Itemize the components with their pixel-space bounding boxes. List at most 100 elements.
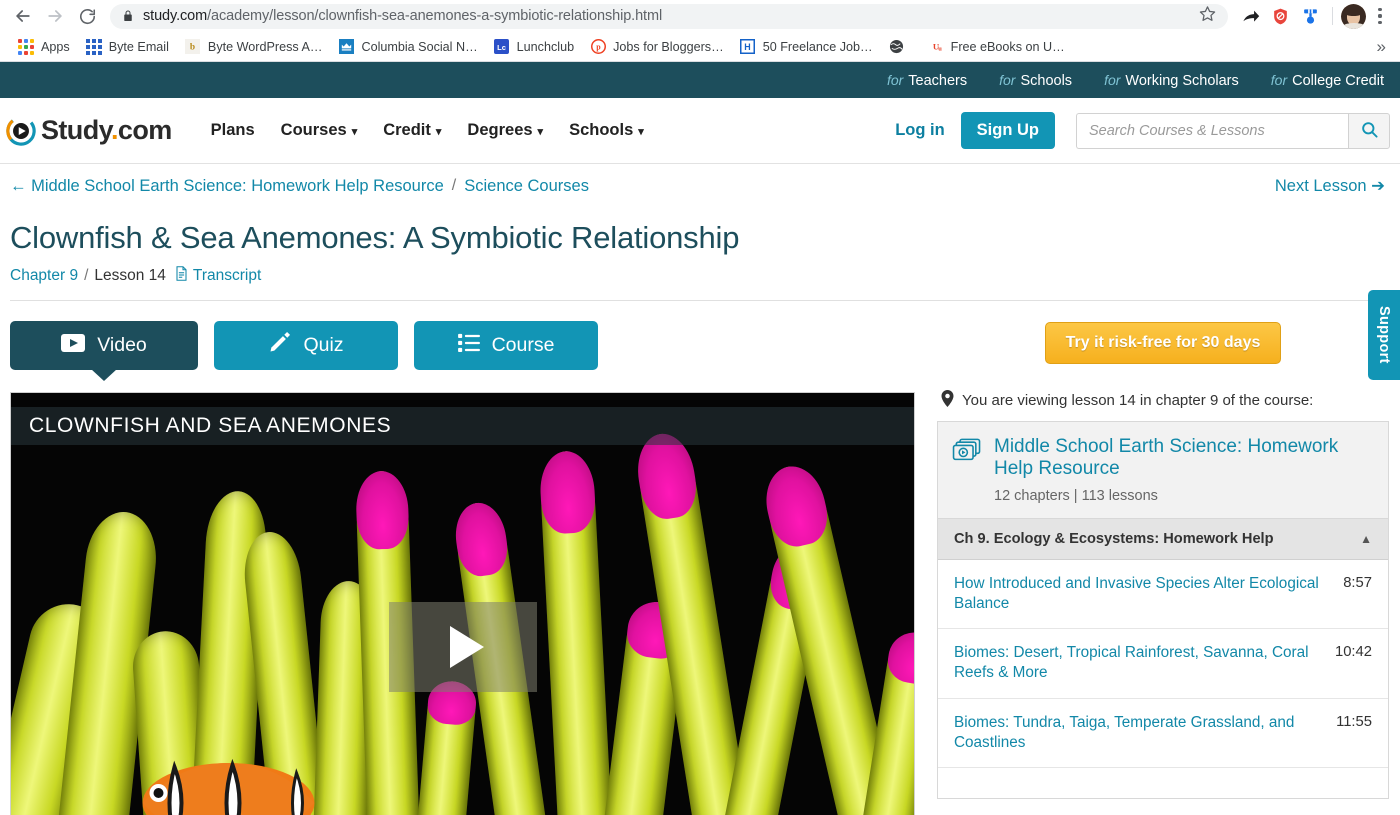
list-icon xyxy=(457,333,480,359)
transcript-link[interactable]: Transcript xyxy=(175,266,261,286)
tab-label: Video xyxy=(97,334,147,356)
bookmark-lunchclub[interactable]: Lc Lunchclub xyxy=(486,36,582,58)
bookmark-star-icon[interactable] xyxy=(1191,5,1216,27)
next-lesson-label: Next Lesson xyxy=(1274,177,1367,195)
nav-item-credit[interactable]: Credit ▾ xyxy=(370,121,454,140)
lesson-list-item[interactable]: Biomes: Desert, Tropical Rainforest, Sav… xyxy=(938,629,1388,699)
bookmark-free-ebooks[interactable]: Uu Free eBooks on U… xyxy=(920,36,1073,58)
lesson-meta: Chapter 9 / Lesson 14 Transcript xyxy=(0,256,1400,286)
nav-label: Schools xyxy=(569,121,634,139)
clownfish-illustration xyxy=(142,758,315,815)
chapter-link[interactable]: Chapter 9 xyxy=(10,267,78,285)
bookmark-50-freelance-jobs[interactable]: H 50 Freelance Job… xyxy=(732,36,881,58)
url-host: study.com xyxy=(143,8,208,24)
pencil-icon xyxy=(268,331,291,360)
video-column: CLOWNFISH AND SEA ANEMONES xyxy=(10,392,915,815)
lesson-item-title: Biomes: Tundra, Taiga, Temperate Grassla… xyxy=(954,713,1295,751)
lesson-item-title: Biomes: Desert, Tropical Rainforest, Sav… xyxy=(954,644,1309,682)
share-arrow-icon[interactable] xyxy=(1236,2,1264,30)
next-lesson-link[interactable]: Next Lesson ➔ xyxy=(1275,176,1390,196)
tab-course[interactable]: Course xyxy=(414,321,598,370)
lesson-list-item[interactable]: Biomes: Tundra, Taiga, Temperate Grassla… xyxy=(938,699,1388,768)
video-caption-text: CLOWNFISH AND SEA ANEMONES xyxy=(29,414,392,437)
kebab-menu-icon[interactable] xyxy=(1368,2,1392,30)
chapter-header-row[interactable]: Ch 9. Ecology & Ecosystems: Homework Hel… xyxy=(938,517,1388,560)
trial-cta-wrapper: Try it risk-free for 30 days xyxy=(937,322,1389,364)
bookmark-apps[interactable]: Apps xyxy=(10,36,78,58)
forward-arrow-icon[interactable] xyxy=(40,1,70,31)
bookmark-label: 50 Freelance Job… xyxy=(762,39,873,54)
lock-icon xyxy=(122,9,134,23)
course-title-link[interactable]: Middle School Earth Science: Homework He… xyxy=(994,436,1372,481)
topbar-link-schools[interactable]: for Schools xyxy=(983,72,1088,89)
video-caption-bar: CLOWNFISH AND SEA ANEMONES xyxy=(11,407,914,445)
main-navigation: Study.com Plans Courses ▾ Credit ▾ Degrees… xyxy=(0,98,1400,164)
omnibox-actions xyxy=(1236,2,1392,30)
support-tab-label: Support xyxy=(1376,306,1392,364)
bookmark-label: Free eBooks on U… xyxy=(950,39,1065,54)
nav-item-plans[interactable]: Plans xyxy=(198,121,268,140)
bookmark-byte-wordpress[interactable]: b Byte WordPress A… xyxy=(177,36,331,58)
topbar-link-working-scholars[interactable]: for Working Scholars xyxy=(1088,72,1255,89)
nav-links: Plans Courses ▾ Credit ▾ Degrees ▾ Schools ▾ xyxy=(198,121,657,140)
bookmark-jobs-for-bloggers[interactable]: p Jobs for Bloggers… xyxy=(582,36,732,58)
signup-button[interactable]: Sign Up xyxy=(960,112,1055,149)
site-logo[interactable]: Study.com xyxy=(6,115,172,146)
video-player[interactable]: CLOWNFISH AND SEA ANEMONES xyxy=(10,392,915,815)
course-meta: 12 chapters | 113 lessons xyxy=(994,487,1158,504)
topbar-for-label: for xyxy=(1270,71,1288,88)
blue-grid-icon xyxy=(85,38,102,55)
breadcrumb-category-link[interactable]: Science Courses xyxy=(464,177,589,196)
bookmark-label: Jobs for Bloggers… xyxy=(613,39,724,54)
reload-icon[interactable] xyxy=(72,1,102,31)
chapter-header-label: Ch 9. Ecology & Ecosystems: Homework Hel… xyxy=(954,530,1274,547)
omnibox-row: study.com/academy/lesson/clownfish-sea-a… xyxy=(0,0,1400,32)
bookmark-globe[interactable] xyxy=(881,36,920,58)
search-button[interactable] xyxy=(1348,112,1390,149)
login-link[interactable]: Log in xyxy=(879,121,960,140)
lesson-item-duration: 8:57 xyxy=(1343,574,1372,591)
tab-video[interactable]: Video xyxy=(10,321,198,370)
nav-label: Courses xyxy=(280,121,347,139)
bookmarks-bar: Apps Byte Email b Byte WordPress A… Colu… xyxy=(0,32,1400,62)
support-tab[interactable]: Support xyxy=(1368,290,1400,380)
nav-item-courses[interactable]: Courses ▾ xyxy=(268,121,371,140)
svg-text:p: p xyxy=(596,43,601,52)
bookmark-label: Columbia Social N… xyxy=(361,39,478,54)
logo-word: Study xyxy=(41,115,112,145)
adblock-shield-icon[interactable] xyxy=(1266,2,1294,30)
bookmark-label: Byte Email xyxy=(108,39,169,54)
lesson-list-item[interactable]: How Introduced and Invasive Species Alte… xyxy=(938,560,1388,630)
tab-quiz[interactable]: Quiz xyxy=(214,321,398,370)
topbar-link-teachers[interactable]: for Teachers xyxy=(871,72,983,89)
lesson-list-item-partial[interactable] xyxy=(938,768,1388,798)
meta-separator: / xyxy=(84,267,89,284)
profile-avatar[interactable] xyxy=(1341,3,1366,29)
breadcrumb-course-link[interactable]: ← Middle School Earth Science: Homework … xyxy=(10,177,444,196)
globe-icon xyxy=(889,39,905,55)
bookmarks-overflow-button[interactable]: » xyxy=(1377,37,1390,57)
try-risk-free-button[interactable]: Try it risk-free for 30 days xyxy=(1044,322,1282,364)
search-input[interactable] xyxy=(1076,112,1348,149)
nav-label: Plans xyxy=(210,121,255,139)
lesson-item-duration: 11:55 xyxy=(1336,713,1372,730)
extension-medal-icon[interactable] xyxy=(1296,2,1324,30)
nav-item-schools[interactable]: Schools ▾ xyxy=(556,121,657,140)
back-arrow-icon[interactable] xyxy=(8,1,38,31)
bookmark-columbia[interactable]: Columbia Social N… xyxy=(330,36,485,58)
course-header: Middle School Earth Science: Homework He… xyxy=(938,422,1388,518)
sidebar-column: Try it risk-free for 30 days You are vie… xyxy=(937,322,1389,815)
nav-item-degrees[interactable]: Degrees ▾ xyxy=(454,121,556,140)
lesson-item-duration: 10:42 xyxy=(1334,644,1372,661)
content-area: CLOWNFISH AND SEA ANEMONES Try it risk-f… xyxy=(0,322,1400,815)
topbar-link-college-credit[interactable]: for College Credit xyxy=(1255,72,1400,89)
study-play-logo-icon xyxy=(6,115,36,146)
problogger-icon: p xyxy=(590,39,606,55)
address-bar[interactable]: study.com/academy/lesson/clownfish-sea-a… xyxy=(110,3,1228,29)
topbar-link-label: Working Scholars xyxy=(1125,72,1239,89)
play-button-icon[interactable] xyxy=(388,602,537,692)
lesson-number: Lesson 14 xyxy=(94,267,166,284)
breadcrumb: ← Middle School Earth Science: Homework … xyxy=(0,164,1400,208)
svg-text:u: u xyxy=(938,46,942,53)
bookmark-byte-email[interactable]: Byte Email xyxy=(78,36,177,58)
